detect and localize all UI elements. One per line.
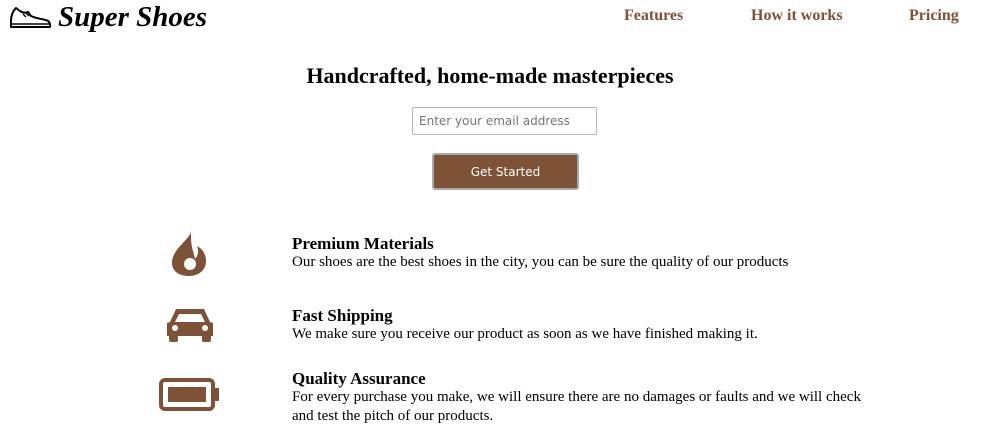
nav-link-pricing[interactable]: Pricing — [909, 7, 959, 25]
car-icon — [167, 309, 213, 342]
feature-description: For every purchase you make, we will ens… — [292, 389, 861, 424]
main-nav: Features How it works Pricing — [0, 7, 984, 29]
get-started-button[interactable]: Get Started — [432, 153, 579, 190]
nav-link-how-it-works[interactable]: How it works — [751, 7, 843, 25]
feature-title: Fast Shipping — [292, 306, 393, 325]
fire-icon — [172, 228, 206, 276]
feature-title: Quality Assurance — [292, 369, 426, 388]
feature-description: We make sure you receive our product as … — [292, 326, 758, 342]
battery-icon — [159, 378, 219, 411]
site-header: Super Shoes Features How it works Pricin… — [0, 0, 984, 36]
nav-link-features[interactable]: Features — [624, 7, 683, 25]
hero-title: Handcrafted, home-made masterpieces — [306, 63, 674, 88]
landing-page: Super Shoes Features How it works Pricin… — [0, 0, 984, 445]
feature-title: Premium Materials — [292, 234, 434, 253]
email-input[interactable] — [412, 107, 597, 135]
feature-description: Our shoes are the best shoes in the city… — [292, 254, 789, 270]
